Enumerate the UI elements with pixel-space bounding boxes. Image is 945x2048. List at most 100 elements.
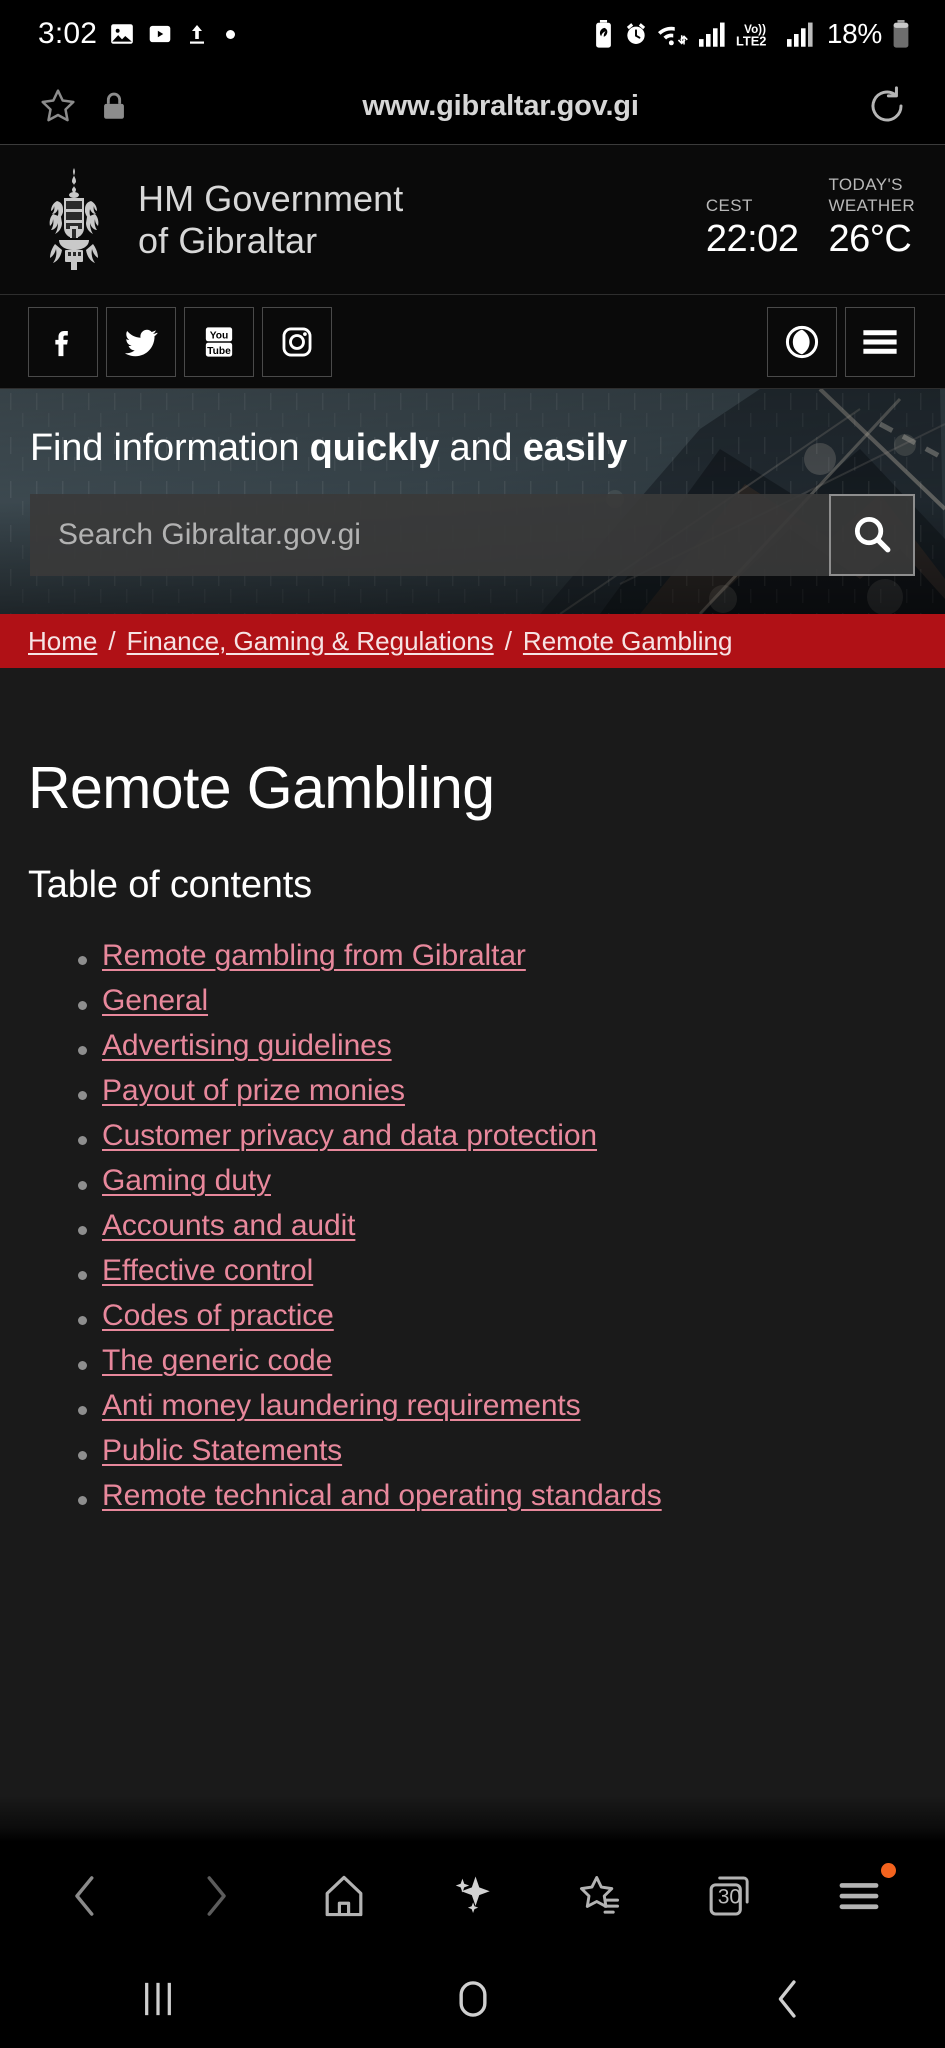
- search-submit-button[interactable]: [829, 494, 915, 576]
- hero-content: Find information quickly and easily: [0, 389, 945, 614]
- list-item: Advertising guidelines: [28, 1029, 917, 1063]
- list-item: Accounts and audit: [28, 1209, 917, 1243]
- toc-link-3[interactable]: Payout of prize monies: [102, 1074, 405, 1108]
- twitter-icon[interactable]: [106, 306, 176, 377]
- toc-link-11[interactable]: Public Statements: [102, 1434, 342, 1468]
- signal-icon: [698, 21, 727, 47]
- home-circle-icon[interactable]: [413, 1964, 533, 2034]
- recents-icon[interactable]: [98, 1964, 218, 2034]
- content-fade-overlay: [0, 1796, 945, 1842]
- toc-link-8[interactable]: Codes of practice: [102, 1299, 334, 1333]
- svg-text:You: You: [210, 330, 229, 341]
- breadcrumb-separator-1: /: [108, 625, 116, 656]
- toc-link-1[interactable]: General: [102, 984, 208, 1018]
- browser-url-bar[interactable]: www.gibraltar.gov.gi: [0, 68, 945, 145]
- menu-notification-badge: [880, 1863, 896, 1878]
- site-title-line1: HM Government: [138, 177, 404, 219]
- tab-switcher-button[interactable]: 30: [685, 1855, 775, 1937]
- breadcrumb-item-finance[interactable]: Finance, Gaming & Regulations: [127, 626, 494, 657]
- hero-title: Find information quickly and easily: [30, 427, 915, 470]
- toc-link-6[interactable]: Accounts and audit: [102, 1209, 355, 1243]
- youtube-icon: [147, 21, 173, 47]
- toc-link-12[interactable]: Remote technical and operating standards: [102, 1479, 662, 1513]
- breadcrumb: Home / Finance, Gaming & Regulations / R…: [0, 614, 945, 668]
- list-item: The generic code: [28, 1344, 917, 1378]
- hero-search-section: Find information quickly and easily: [0, 389, 945, 614]
- status-clock: 3:02: [38, 17, 98, 50]
- header-actions: [767, 306, 915, 377]
- header-info-group: CEST 22:02 TODAY'S WEATHER 26°C: [706, 174, 915, 266]
- site-title-line2: of Gibraltar: [138, 219, 318, 261]
- page-title: Remote Gambling: [28, 755, 495, 821]
- status-bar-right: Vo)) LTE2 18%: [593, 18, 911, 50]
- toc-link-9[interactable]: The generic code: [102, 1344, 332, 1378]
- svg-text:Tube: Tube: [207, 345, 231, 356]
- weather-label-line1: TODAY'S: [828, 174, 903, 194]
- phone-screen: 3:02 Vo)) LTE2 18% www.gibraltar.gov.gi …: [0, 0, 945, 2048]
- gibraltar-coat-of-arms-icon[interactable]: [28, 164, 120, 276]
- hero-title-bold2: easily: [522, 427, 628, 469]
- home-icon[interactable]: [299, 1855, 389, 1937]
- toc-link-10[interactable]: Anti money laundering requirements: [102, 1389, 581, 1423]
- timezone-label: CEST: [705, 196, 753, 215]
- search-row: [30, 494, 915, 576]
- search-input[interactable]: [30, 494, 829, 576]
- svg-text:LTE2: LTE2: [736, 34, 766, 47]
- battery-saver-icon: [593, 20, 614, 48]
- sparkle-icon[interactable]: [427, 1855, 517, 1937]
- toc-heading: Table of contents: [28, 864, 312, 906]
- signal2-icon: [786, 21, 815, 47]
- star-icon[interactable]: [30, 86, 86, 126]
- toc-link-0[interactable]: Remote gambling from Gibraltar: [102, 939, 526, 973]
- site-title[interactable]: HM Government of Gibraltar: [138, 178, 403, 262]
- photo-icon: [109, 21, 135, 47]
- menu-icon[interactable]: [814, 1855, 904, 1937]
- youtube-icon[interactable]: You Tube: [184, 306, 254, 377]
- battery-percent: 18%: [826, 18, 882, 49]
- browser-bottom-toolbar: 30: [0, 1842, 945, 1950]
- breadcrumb-item-home[interactable]: Home: [28, 626, 97, 657]
- table-of-contents: Remote gambling from Gibraltar General A…: [28, 939, 917, 1513]
- list-item: Remote technical and operating standards: [28, 1479, 917, 1513]
- weather-label-line2: WEATHER: [828, 196, 915, 215]
- toc-link-4[interactable]: Customer privacy and data protection: [102, 1119, 597, 1153]
- list-item: Codes of practice: [28, 1299, 917, 1333]
- instagram-icon[interactable]: [262, 306, 332, 377]
- back-chevron-icon[interactable]: [728, 1964, 848, 2034]
- list-item: Customer privacy and data protection: [28, 1119, 917, 1153]
- status-bar-left: 3:02: [38, 17, 236, 51]
- weather-block: TODAY'S WEATHER 26°C: [828, 174, 915, 262]
- toc-link-7[interactable]: Effective control: [102, 1254, 313, 1288]
- temperature: 26°C: [828, 218, 912, 261]
- site-header: HM Government of Gibraltar CEST 22:02 TO…: [0, 145, 945, 295]
- upload-icon: [185, 21, 209, 47]
- bookmarks-icon[interactable]: [556, 1855, 646, 1937]
- url-text[interactable]: www.gibraltar.gov.gi: [142, 90, 859, 123]
- lock-icon[interactable]: [86, 89, 142, 123]
- forward-icon[interactable]: [170, 1855, 260, 1937]
- list-item: Gaming duty: [28, 1164, 917, 1198]
- breadcrumb-separator-2: /: [504, 625, 512, 656]
- reload-icon[interactable]: [859, 85, 915, 127]
- hero-title-bold1: quickly: [309, 427, 440, 469]
- list-item: Remote gambling from Gibraltar: [28, 939, 917, 973]
- battery-icon: [891, 20, 911, 48]
- list-item: Effective control: [28, 1254, 917, 1288]
- breadcrumb-item-remote-gambling[interactable]: Remote Gambling: [523, 626, 733, 657]
- search-icon: [850, 512, 894, 559]
- wifi-icon: [657, 21, 690, 47]
- main-content: Remote Gambling Table of contents Remote…: [0, 668, 945, 1842]
- accessibility-eye-icon[interactable]: [767, 306, 837, 377]
- list-item: General: [28, 984, 917, 1018]
- hamburger-menu-icon[interactable]: [845, 306, 915, 377]
- facebook-icon[interactable]: [28, 306, 98, 377]
- back-icon[interactable]: [41, 1855, 131, 1937]
- status-dot: [226, 29, 236, 39]
- hero-title-mid: and: [439, 427, 523, 469]
- tab-count: 30: [717, 1885, 742, 1909]
- toc-link-2[interactable]: Advertising guidelines: [102, 1029, 392, 1063]
- toc-link-5[interactable]: Gaming duty: [102, 1164, 271, 1198]
- android-nav-bar: [0, 1950, 945, 2048]
- local-time: 22:02: [705, 218, 799, 261]
- volte-icon: Vo)) LTE2: [736, 21, 778, 47]
